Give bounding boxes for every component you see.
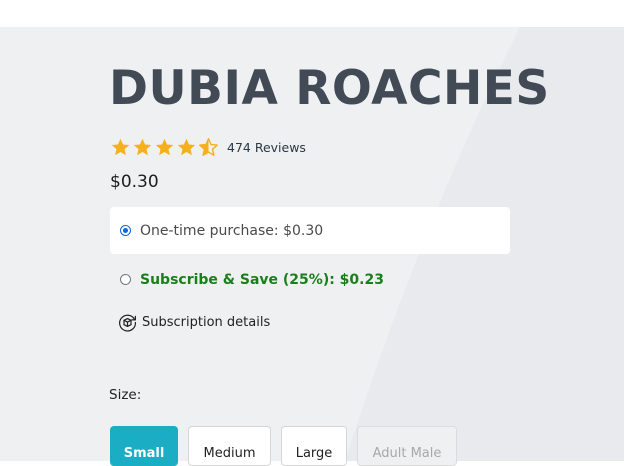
star-full-icon — [177, 138, 196, 155]
star-rating — [110, 137, 219, 158]
subscription-details-link[interactable]: Subscription details — [117, 311, 270, 333]
radio-one-time[interactable] — [120, 225, 131, 236]
rating-row: 474 Reviews — [110, 136, 306, 158]
product-price: $0.30 — [110, 172, 159, 192]
subscription-details-label: Subscription details — [142, 314, 271, 330]
product-title: DUBIA ROACHES — [109, 61, 550, 116]
size-option-small[interactable]: Small — [110, 426, 178, 466]
radio-subscribe[interactable] — [120, 274, 131, 285]
box-cycle-icon — [119, 314, 136, 332]
star-full-icon — [133, 138, 152, 155]
size-label: Size: — [109, 387, 142, 403]
size-option-adult-male[interactable]: Adult Male — [357, 426, 457, 466]
star-full-icon — [155, 138, 174, 155]
size-option-medium[interactable]: Medium — [188, 426, 271, 466]
option-subscribe-save[interactable]: Subscribe & Save (25%): $0.23 — [110, 256, 510, 303]
size-option-large[interactable]: Large — [281, 426, 347, 466]
star-full-icon — [111, 138, 130, 155]
option-subscribe-label: Subscribe & Save (25%): $0.23 — [140, 271, 384, 288]
option-one-time-label: One-time purchase: $0.30 — [140, 222, 324, 239]
star-half-icon — [199, 137, 218, 156]
option-one-time-purchase[interactable]: One-time purchase: $0.30 — [110, 207, 510, 254]
reviews-link[interactable]: 474 Reviews — [227, 140, 306, 155]
